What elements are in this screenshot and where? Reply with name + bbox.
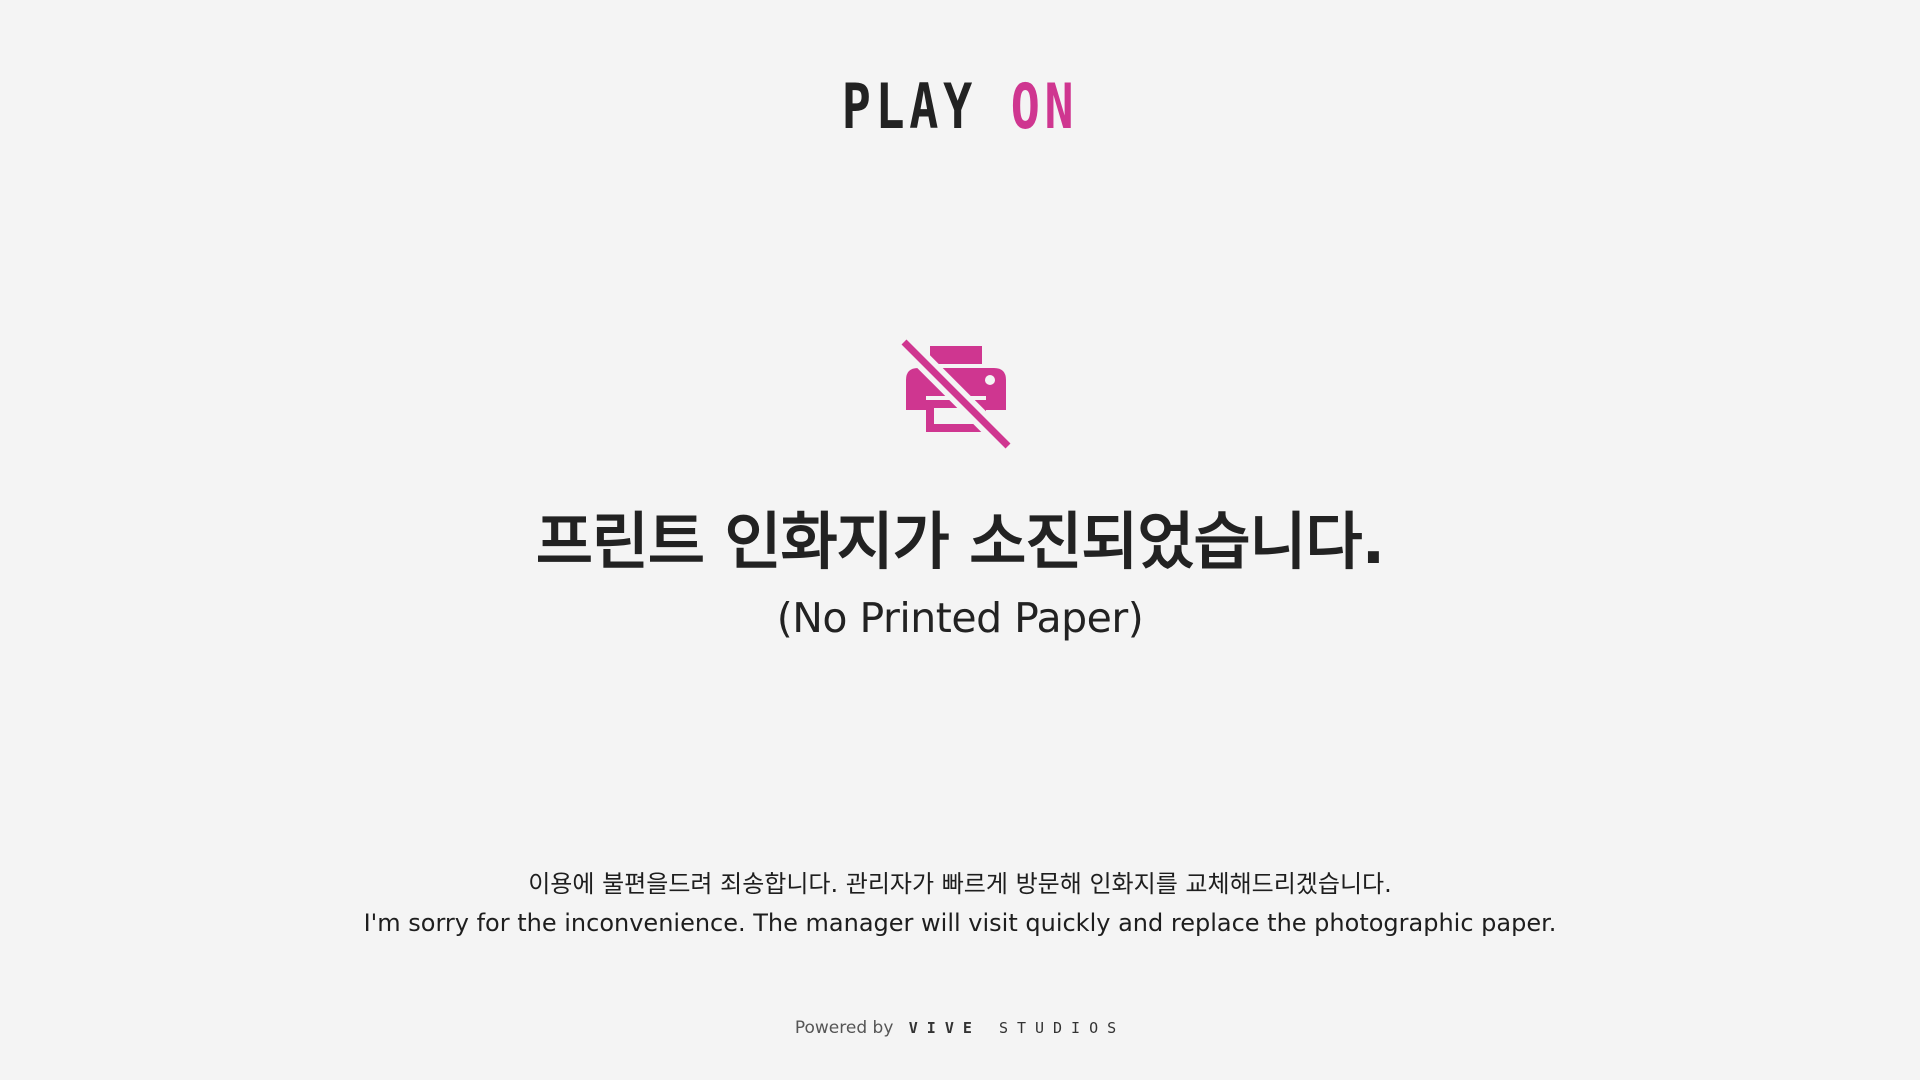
brand-vive-text: VIVE xyxy=(908,1019,981,1037)
powered-by-label: Powered by xyxy=(794,1018,894,1038)
footer: Powered by VIVE STUDIOS xyxy=(0,1016,1920,1040)
no-paper-screen: PLAY ON 프린트 인화지가 소진되었습니다. (No Printed Pa… xyxy=(0,0,1920,1080)
brand-studios-text: STUDIOS xyxy=(998,1019,1126,1037)
logo-on-text: ON xyxy=(1010,70,1079,143)
page-subtitle: (No Printed Paper) xyxy=(776,594,1144,642)
play-on-logo: PLAY ON xyxy=(211,74,1709,140)
apology-message-korean: 이용에 불편을드려 죄송합니다. 관리자가 빠르게 방문해 인화지를 교체해드리… xyxy=(528,870,1392,898)
logo-play-text: PLAY xyxy=(841,70,977,143)
vive-studios-logo: VIVE STUDIOS xyxy=(909,1019,1125,1037)
printer-off-icon xyxy=(900,338,1012,450)
page-title: 프린트 인화지가 소진되었습니다. xyxy=(535,505,1385,578)
apology-message-english: I'm sorry for the inconvenience. The man… xyxy=(363,909,1557,937)
